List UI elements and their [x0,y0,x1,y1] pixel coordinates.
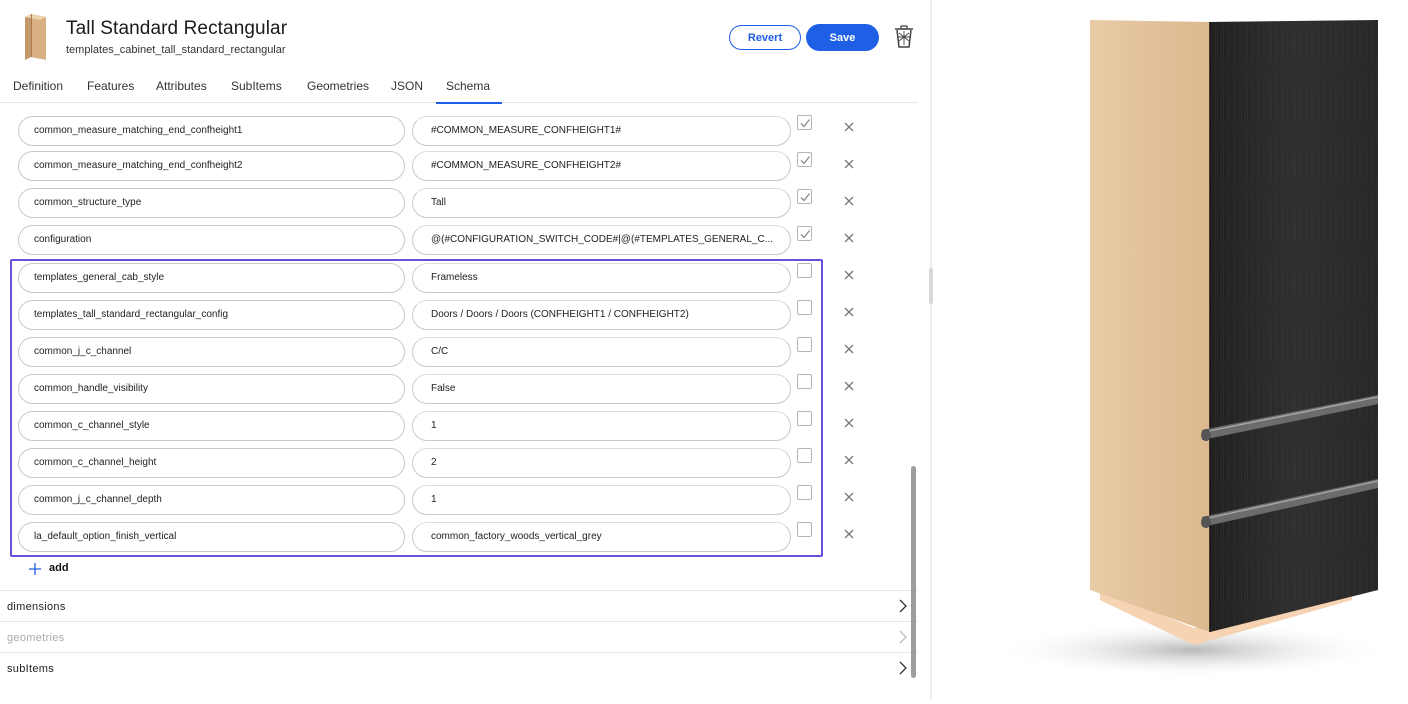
door-wood-grain [1210,20,1378,632]
schema-key-input[interactable]: common_c_channel_style [18,411,405,441]
schema-value-input[interactable]: common_factory_woods_vertical_grey [412,522,791,552]
close-icon[interactable] [842,379,856,393]
close-icon[interactable] [842,231,856,245]
schema-value-input[interactable]: 1 [412,411,791,441]
plus-icon [29,563,41,575]
tab-attributes[interactable]: Attributes [156,79,207,93]
schema-value-input[interactable]: Tall [412,188,791,218]
schema-value-input[interactable]: C/C [412,337,791,367]
tab-bar: Definition Features Attributes SubItems … [0,70,918,104]
page-title: Tall Standard Rectangular [66,18,288,39]
schema-value-input[interactable]: @(#CONFIGURATION_SWITCH_CODE#|@(#TEMPLAT… [412,225,791,255]
schema-row-checkbox[interactable] [797,448,812,463]
3d-preview[interactable] [932,0,1408,699]
section-label: dimensions [7,601,66,613]
revert-button[interactable]: Revert [729,25,801,50]
schema-key-input[interactable]: la_default_option_finish_vertical [18,522,405,552]
chevron-right-icon [899,630,907,644]
schema-row-checkbox[interactable] [797,522,812,537]
check-icon [800,230,811,239]
close-icon[interactable] [842,416,856,430]
schema-row-checkbox[interactable] [797,485,812,500]
schema-key-input[interactable]: configuration [18,225,405,255]
section-label: subItems [7,663,55,675]
schema-row-checkbox[interactable] [797,263,812,278]
tab-json[interactable]: JSON [391,79,423,93]
check-icon [800,193,811,202]
page-subtitle: templates_cabinet_tall_standard_rectangu… [66,44,286,56]
schema-key-input[interactable]: common_handle_visibility [18,374,405,404]
tab-schema[interactable]: Schema [435,79,503,104]
schema-key-input[interactable]: common_c_channel_height [18,448,405,478]
section-subitems[interactable]: subItems [0,652,918,682]
schema-key-input[interactable]: common_structure_type [18,188,405,218]
schema-value-input[interactable]: #COMMON_MEASURE_CONFHEIGHT1# [412,116,791,146]
scrollbar-thumb[interactable] [911,466,916,678]
close-icon[interactable] [842,453,856,467]
close-icon[interactable] [842,194,856,208]
editor-panel: Tall Standard Rectangular templates_cabi… [0,0,930,699]
close-icon[interactable] [842,157,856,171]
schema-key-input[interactable]: templates_tall_standard_rectangular_conf… [18,300,405,330]
schema-value-input[interactable]: #COMMON_MEASURE_CONFHEIGHT2# [412,151,791,181]
schema-row-checkbox[interactable] [797,374,812,389]
schema-row-checkbox[interactable] [797,337,812,352]
tab-subitems[interactable]: SubItems [231,79,282,93]
schema-value-input[interactable]: Doors / Doors / Doors (CONFHEIGHT1 / CON… [412,300,791,330]
chevron-right-icon [899,599,907,613]
schema-value-input[interactable]: 1 [412,485,791,515]
close-icon[interactable] [842,305,856,319]
schema-value-input[interactable]: 2 [412,448,791,478]
trash-icon[interactable] [893,25,915,49]
check-icon [800,156,811,165]
cabinet-thumbnail-icon [25,14,46,60]
cabinet-3d-model [992,20,1392,678]
schema-key-input[interactable]: common_measure_matching_end_confheight1 [18,116,405,146]
close-icon[interactable] [842,120,856,134]
schema-row-checkbox[interactable] [797,226,812,241]
close-icon[interactable] [842,268,856,282]
schema-row-checkbox[interactable] [797,300,812,315]
save-button[interactable]: Save [806,24,879,51]
channel-end [1201,516,1211,528]
schema-value-input[interactable]: False [412,374,791,404]
channel-end [1201,429,1211,441]
schema-value-input[interactable]: Frameless [412,263,791,293]
add-label: add [49,562,69,574]
schema-key-input[interactable]: common_measure_matching_end_confheight2 [18,151,405,181]
check-icon [800,119,811,128]
schema-row-checkbox[interactable] [797,411,812,426]
schema-row-checkbox[interactable] [797,189,812,204]
schema-key-input[interactable]: common_j_c_channel_depth [18,485,405,515]
schema-key-input[interactable]: common_j_c_channel [18,337,405,367]
section-dimensions[interactable]: dimensions [0,590,918,620]
tab-geometries[interactable]: Geometries [307,79,369,93]
section-label: geometries [7,632,65,644]
close-icon[interactable] [842,490,856,504]
close-icon[interactable] [842,527,856,541]
section-geometries[interactable]: geometries [0,621,918,651]
tab-features[interactable]: Features [87,79,134,93]
schema-row-checkbox[interactable] [797,152,812,167]
tab-definition[interactable]: Definition [13,79,63,93]
schema-row-checkbox[interactable] [797,115,812,130]
schema-key-input[interactable]: templates_general_cab_style [18,263,405,293]
cabinet-side-panel [1090,20,1210,632]
close-icon[interactable] [842,342,856,356]
chevron-right-icon [899,661,907,675]
